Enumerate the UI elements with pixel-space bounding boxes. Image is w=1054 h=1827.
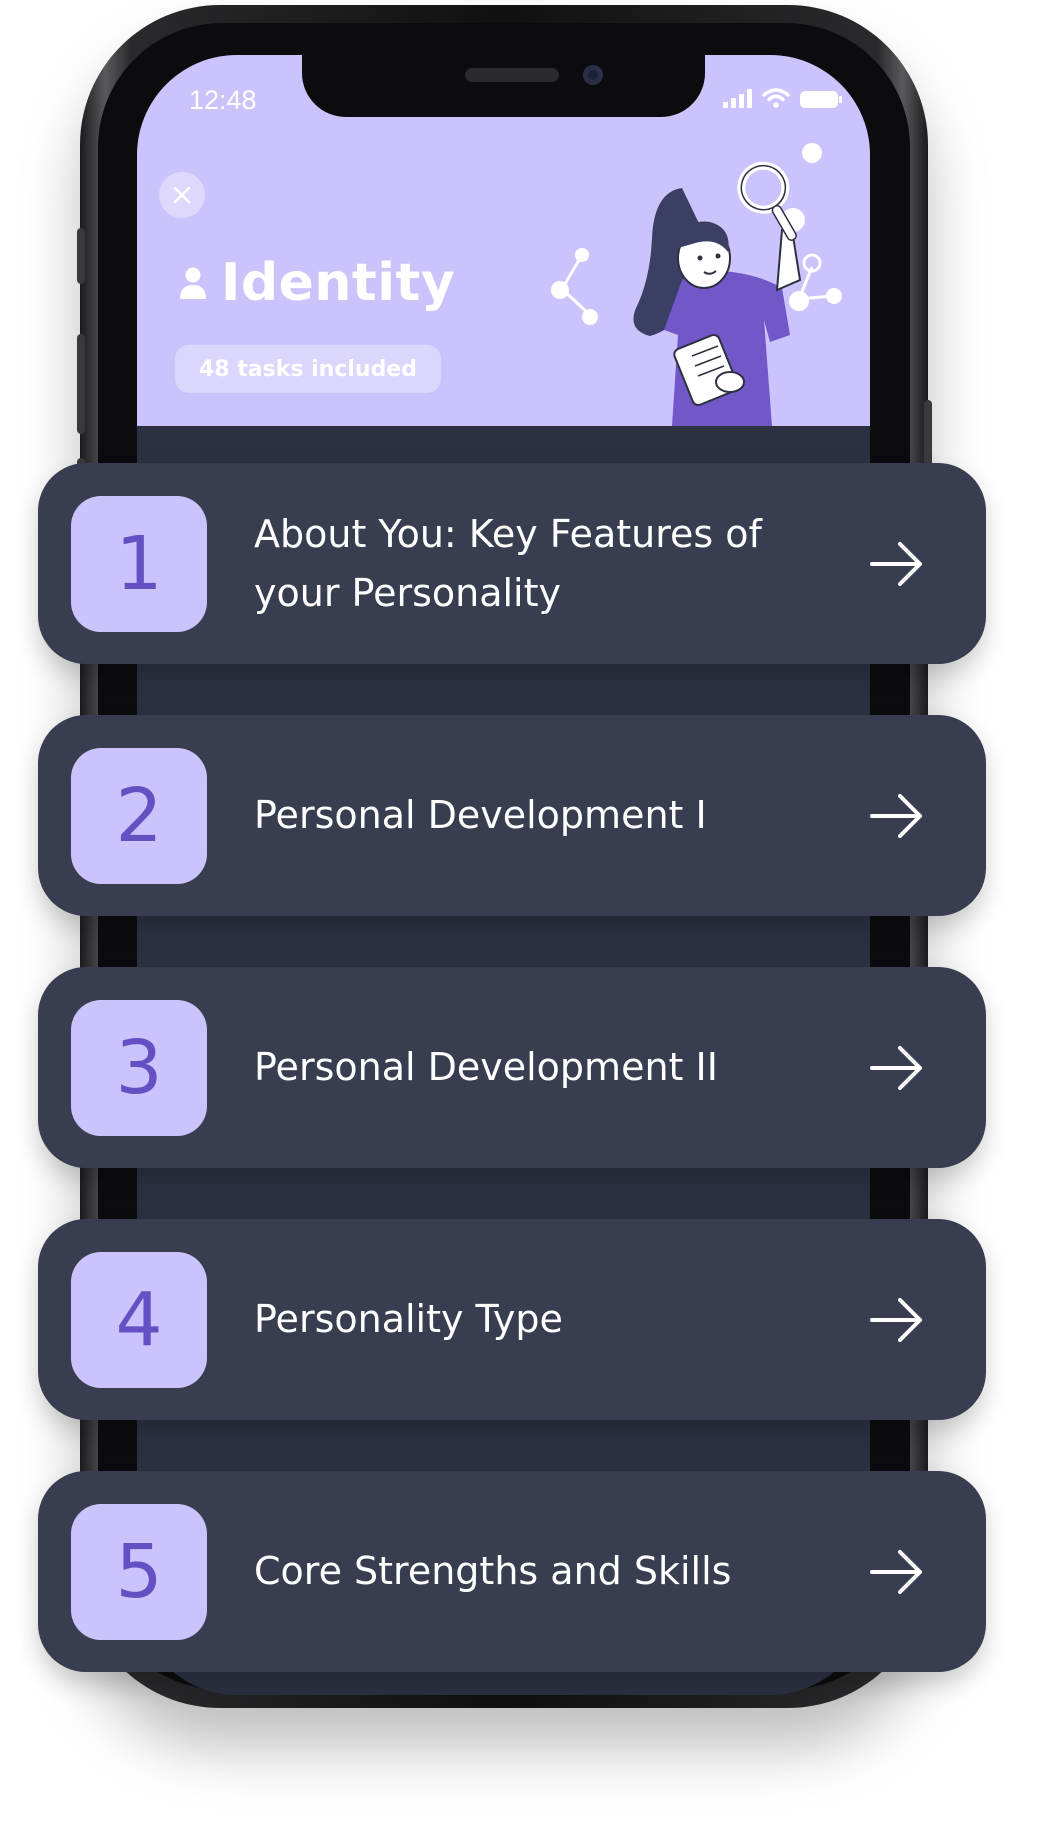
tasks-count-badge: 48 tasks included [175, 345, 441, 393]
status-icons [723, 88, 842, 108]
close-button[interactable] [159, 172, 205, 218]
arrow-right-icon[interactable] [868, 1543, 926, 1601]
signal-icon [723, 88, 752, 108]
task-title: About You: Key Features of your Personal… [254, 511, 762, 615]
speaker-grille [465, 68, 559, 82]
arrow-right-icon[interactable] [868, 1291, 926, 1349]
page-title: Identity [221, 253, 456, 313]
arrow-right-icon[interactable] [868, 535, 926, 593]
task-number-box: 1 [71, 496, 207, 632]
battery-icon [800, 91, 842, 108]
task-card-5[interactable]: 5 Core Strengths and Skills [38, 1471, 986, 1672]
task-number-box: 5 [71, 1504, 207, 1640]
task-title: Personality Type [254, 1297, 563, 1341]
task-number-box: 2 [71, 748, 207, 884]
woman-with-magnifier-illustration [551, 143, 842, 426]
task-card-2[interactable]: 2 Personal Development I [38, 715, 986, 916]
task-card-3[interactable]: 3 Personal Development II [38, 967, 986, 1168]
task-number-box: 4 [71, 1252, 207, 1388]
close-icon [173, 186, 191, 204]
title-row: Identity [179, 253, 455, 313]
task-card-1[interactable]: 1 About You: Key Features of your Person… [38, 463, 986, 664]
phone-notch [302, 55, 705, 117]
arrow-right-icon[interactable] [868, 787, 926, 845]
task-title: Core Strengths and Skills [254, 1549, 732, 1593]
task-title: Personal Development II [254, 1045, 718, 1089]
task-card-4[interactable]: 4 Personality Type [38, 1219, 986, 1420]
wifi-icon [762, 88, 790, 108]
status-time: 12:48 [189, 85, 257, 115]
task-number-box: 3 [71, 1000, 207, 1136]
phone-side-button [77, 334, 85, 434]
user-icon [180, 267, 206, 299]
arrow-right-icon[interactable] [868, 1039, 926, 1097]
task-title: Personal Development I [254, 793, 707, 837]
phone-side-button [77, 228, 85, 284]
front-camera [583, 65, 603, 85]
